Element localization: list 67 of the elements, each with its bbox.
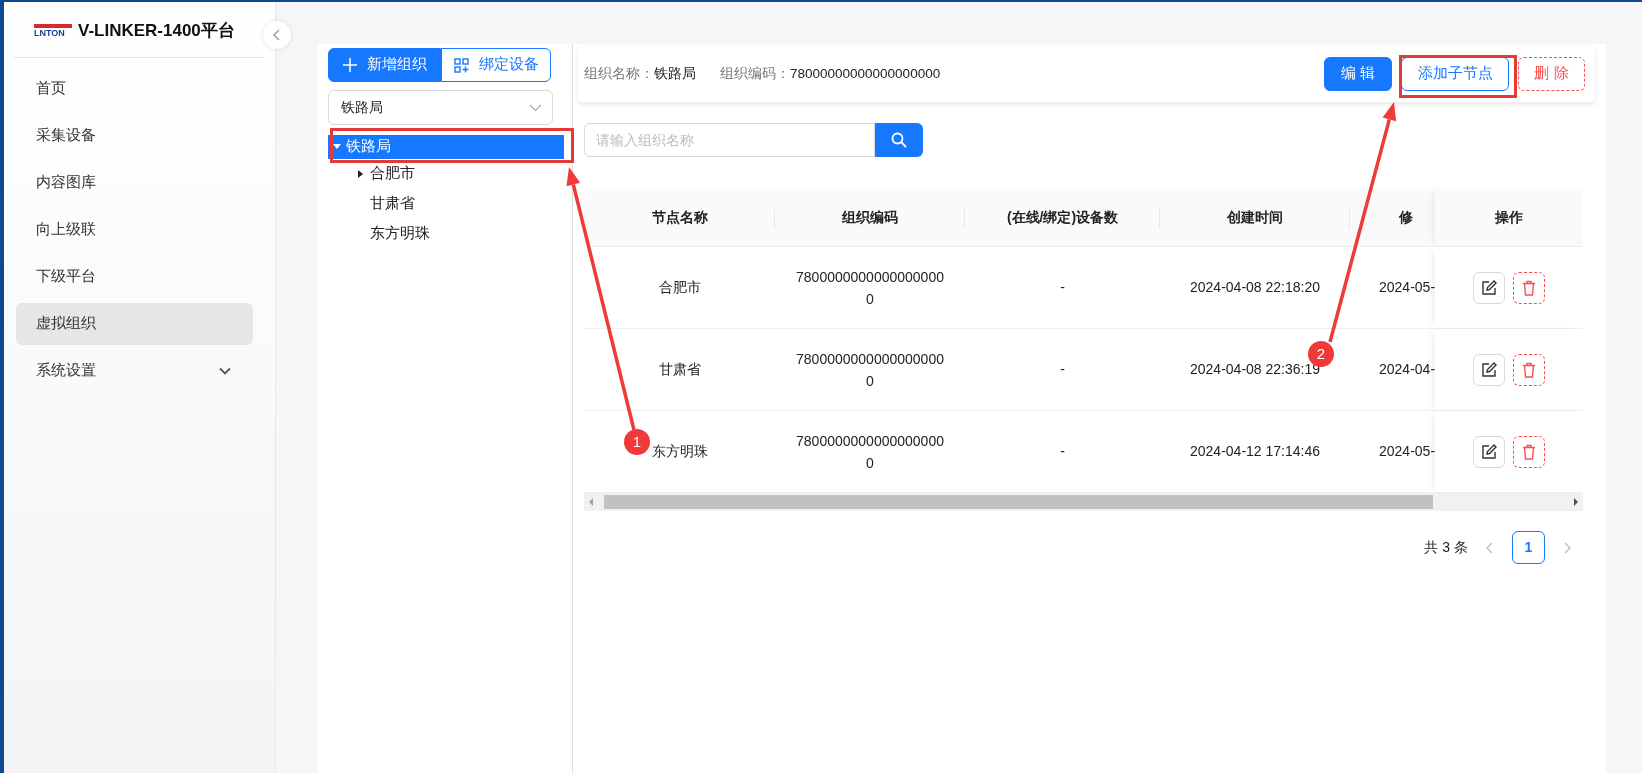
add-button[interactable]: 新增组织 [328, 48, 441, 82]
chevron-left-icon [272, 29, 282, 41]
edit-icon [1481, 279, 1497, 296]
trash-icon [1522, 443, 1536, 460]
chevron-left-icon[interactable] [1486, 541, 1494, 554]
table-cell-text: - [1060, 360, 1065, 379]
add-child-button[interactable]: 添加子节点 [1401, 57, 1509, 91]
trash-icon [1522, 361, 1536, 378]
trash-icon [1522, 279, 1536, 296]
table-cell-text: 甘肃省 [658, 360, 701, 379]
edit-icon [1481, 361, 1497, 378]
column-header: 组织编码 [775, 189, 965, 246]
app-title: V-LINKER-1400平台 [78, 19, 235, 42]
sidebar-item[interactable]: 采集设备 [16, 115, 253, 157]
field-value: 78000000000000000000 [790, 66, 941, 82]
chevron-right-icon[interactable] [1563, 541, 1571, 554]
tree-node[interactable]: 合肥市 [328, 159, 564, 189]
plus-icon [342, 58, 357, 72]
org-select[interactable]: 铁路局 [328, 90, 553, 125]
field-label: 组织名称： [584, 66, 654, 82]
sidebar-item[interactable]: 向上级联 [16, 209, 253, 251]
table-cell-text: 东方明珠 [651, 442, 708, 461]
sidebar-item[interactable]: 虚拟组织 [16, 303, 253, 345]
logo: LNTON [34, 23, 72, 38]
table-cell-text: 2024-04-12 17:14:46 [1190, 442, 1320, 461]
table-cell-text: 78000000000000000000 [795, 349, 945, 391]
page-button[interactable]: 1 [1512, 531, 1545, 564]
tree-node[interactable]: 东方明珠 [328, 219, 564, 249]
tree-node[interactable]: 甘肃省 [328, 189, 564, 219]
sidebar-item[interactable]: 首页 [16, 68, 253, 110]
edit-button[interactable] [1473, 435, 1505, 468]
edit-button[interactable] [1473, 353, 1505, 386]
table-cell-text: 2024-04-08 22:18:20 [1190, 278, 1320, 297]
search-field[interactable]: 请输入组织名称 [584, 123, 875, 157]
table-cell-text: 2024-05- [1379, 278, 1435, 297]
edit-icon [1481, 443, 1497, 460]
column-header: 操作 [1435, 189, 1583, 246]
sidebar-item[interactable]: 系统设置 [16, 350, 253, 392]
total-count: 共 3 条 [1424, 538, 1468, 557]
grid-plus-icon [453, 57, 469, 73]
caret-right-icon[interactable] [358, 170, 364, 178]
field-label: 组织编码： [720, 66, 790, 82]
delete-button[interactable] [1513, 435, 1545, 468]
sidebar-item[interactable]: 内容图库 [16, 162, 253, 204]
table-cell-text: - [1060, 442, 1065, 461]
column-header: 修 [1398, 208, 1414, 227]
edit-button[interactable]: 编 辑 [1324, 57, 1392, 91]
search-button[interactable] [875, 123, 923, 157]
tree-node[interactable]: 铁路局 [328, 135, 564, 159]
table-cell-text: 78000000000000000000 [795, 431, 945, 473]
caret-down-icon[interactable] [333, 144, 341, 150]
table-cell-text: - [1060, 278, 1065, 297]
table-cell-text: 合肥市 [658, 278, 701, 297]
chevron-down-icon [529, 103, 542, 112]
sidebar-item[interactable]: 下级平台 [16, 256, 253, 298]
field-value: 铁路局 [654, 66, 696, 82]
column-header: 节点名称 [584, 189, 775, 246]
table-cell-text: 78000000000000000000 [795, 267, 945, 309]
delete-button[interactable] [1513, 353, 1545, 386]
search-icon [891, 132, 907, 148]
table-cell-text: 2024-05- [1379, 442, 1435, 461]
edit-button[interactable] [1473, 271, 1505, 304]
column-header: 创建时间 [1160, 189, 1350, 246]
table-cell-text: 2024-04- [1379, 360, 1435, 379]
delete-button[interactable] [1513, 271, 1545, 304]
column-header: (在线/绑定)设备数 [965, 189, 1160, 246]
bind-button[interactable]: 绑定设备 [441, 48, 551, 82]
